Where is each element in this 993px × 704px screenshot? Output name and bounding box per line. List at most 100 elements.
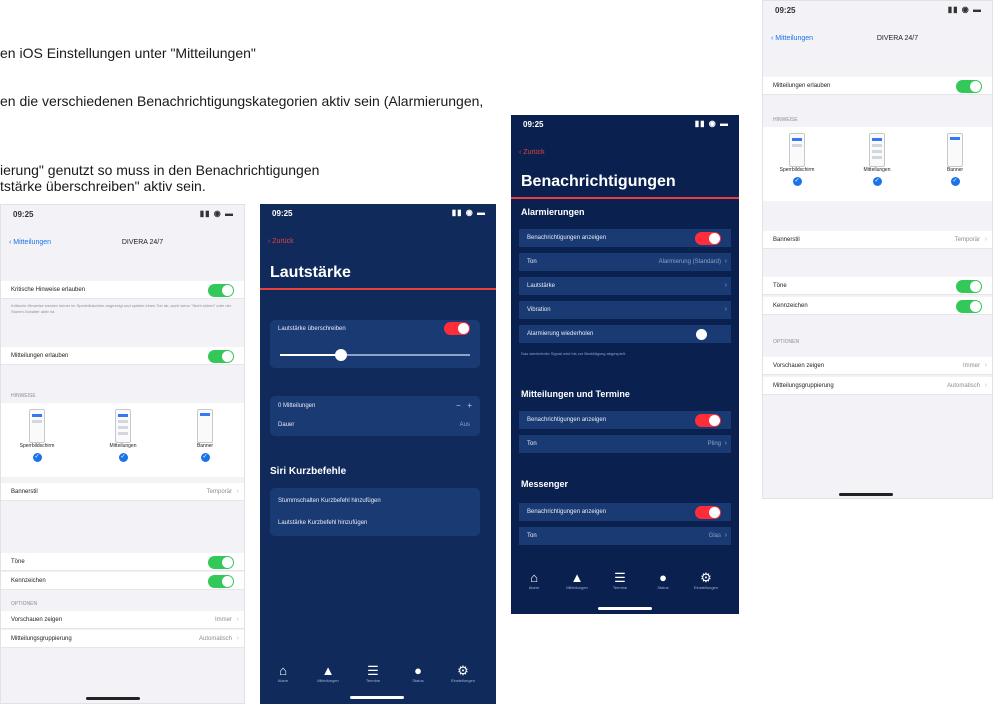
show-previews-row[interactable]: Vorschauen zeigen Immer › [1, 611, 244, 629]
tab-status[interactable]: ● Status [648, 571, 678, 591]
allow-notifications-toggle[interactable] [956, 80, 982, 93]
allow-notifications-label: Mitteilungen erlauben [11, 353, 69, 359]
show-previews-row[interactable]: Vorschauen zeigen Immer › [763, 357, 992, 375]
back-button[interactable]: ‹ Zurück [268, 238, 294, 245]
badges-toggle[interactable] [208, 575, 234, 588]
override-volume-row[interactable]: Lautstärke überschreiben [270, 320, 480, 338]
home-indicator [839, 493, 893, 496]
nav-title: DIVERA 24/7 [876, 35, 919, 42]
allow-notifications-toggle[interactable] [208, 350, 234, 363]
grouping-label: Mitteilungsgruppierung [11, 636, 72, 642]
tab-label: Status [657, 585, 669, 590]
volume-slider-knob[interactable] [334, 349, 347, 361]
siri-shortcuts-heading: Siri Kurzbefehle [270, 466, 347, 477]
doc-line-4: tstärke überschreiben" aktiv sein. [0, 178, 206, 194]
doc-line-3: ierung" genutzt so muss in den Benachric… [0, 162, 320, 178]
show-previews-value: Immer [215, 617, 232, 623]
volume-slider-fill [280, 354, 341, 356]
bell-icon: ▲ [321, 663, 335, 678]
grouping-row[interactable]: Mitteilungsgruppierung Automatisch › [763, 377, 992, 395]
chevron-right-icon: › [724, 282, 727, 289]
chevron-right-icon: › [236, 488, 239, 495]
alarm-show-row[interactable]: Benachrichtigungen anzeigen [519, 229, 731, 247]
sounds-row[interactable]: Töne [1, 553, 244, 571]
phone-ios-settings-1: 09:25 ▮▮ ◉ ▬ ‹ Mitteilungen DIVERA 24/7 … [0, 204, 245, 704]
tile-banner[interactable]: Banner ✓ [177, 409, 233, 462]
section-options: Optionen [773, 339, 800, 345]
messages-heading: Mitteilungen und Termine [521, 389, 630, 399]
messenger-show-row[interactable]: Benachrichtigungen anzeigen [519, 503, 731, 521]
tile-lockscreen[interactable]: Sperrbildschirm ✓ [769, 133, 825, 186]
badges-row[interactable]: Kennzeichen [1, 572, 244, 590]
allow-notifications-row[interactable]: Mitteilungen erlauben [1, 347, 244, 365]
tab-label: Einstellungen [450, 678, 476, 683]
critical-alerts-row[interactable]: Kritische Hinweise erlauben [1, 281, 244, 299]
alarm-vibration-row[interactable]: Vibration › [519, 301, 731, 319]
section-hinweise: Hinweise [11, 393, 36, 399]
tab-alarm[interactable]: ⌂ Alarm [268, 664, 298, 684]
override-volume-toggle[interactable] [444, 322, 470, 335]
plus-button[interactable]: + [467, 401, 472, 410]
tab-events[interactable]: ☰ Termine [605, 571, 635, 591]
tab-alarm[interactable]: ⌂ Alarm [519, 571, 549, 591]
alarm-volume-label: Lautstärke [527, 283, 556, 289]
minus-button[interactable]: − [456, 401, 461, 410]
alarm-tone-label: Ton [527, 259, 537, 265]
critical-alerts-label: Kritische Hinweise erlauben [11, 287, 86, 293]
grouping-row[interactable]: Mitteilungsgruppierung Automatisch › [1, 630, 244, 648]
tab-status[interactable]: ● Status [403, 664, 433, 684]
phone-ios-settings-2: 09:25 ▮▮ ◉ ▬ ‹ Mitteilungen DIVERA 24/7 … [762, 0, 993, 499]
messenger-show-label: Benachrichtigungen anzeigen [527, 509, 607, 515]
messenger-show-toggle[interactable] [695, 506, 721, 519]
home-indicator [598, 607, 652, 610]
back-button[interactable]: ‹ Zurück [519, 149, 545, 156]
sounds-toggle[interactable] [208, 556, 234, 569]
badges-row[interactable]: Kennzeichen [763, 297, 992, 315]
banner-preview-icon [947, 133, 963, 167]
banner-style-row[interactable]: Bannerstil Temporär › [763, 231, 992, 249]
badges-toggle[interactable] [956, 300, 982, 313]
stepper[interactable]: − + [456, 401, 472, 410]
chevron-right-icon: › [724, 306, 727, 313]
sounds-row[interactable]: Töne [763, 277, 992, 295]
grouping-value: Automatisch [946, 383, 980, 389]
tile-notifications[interactable]: Mitteilungen ✓ [95, 409, 151, 462]
tile-notifications[interactable]: Mitteilungen ✓ [849, 133, 905, 186]
add-volume-shortcut-row[interactable]: Lautstärke Kurzbefehl hinzufügen [270, 514, 480, 532]
show-previews-label: Vorschauen zeigen [11, 617, 63, 623]
banner-style-label: Bannerstil [11, 489, 38, 495]
nav-bar: ‹ Mitteilungen DIVERA 24/7 [763, 31, 992, 49]
tab-notifications[interactable]: ▲ Mitteilungen [562, 571, 592, 591]
signal-icon: ▮▮ ◉ ▬ [199, 209, 234, 218]
tab-events[interactable]: ☰ Termine [358, 664, 388, 684]
sounds-toggle[interactable] [956, 280, 982, 293]
tab-settings[interactable]: ⚙ Einstellungen [691, 571, 721, 591]
tile-lockscreen[interactable]: Sperrbildschirm ✓ [9, 409, 65, 462]
messages-show-row[interactable]: Benachrichtigungen anzeigen [519, 411, 731, 429]
tab-settings[interactable]: ⚙ Einstellungen [448, 664, 478, 684]
banner-style-row[interactable]: Bannerstil Temporär › [1, 483, 244, 501]
alarm-repeat-row[interactable]: Alarmierung wiederholen [519, 325, 731, 343]
messages-show-toggle[interactable] [695, 414, 721, 427]
duration-row[interactable]: Dauer Aus [270, 416, 480, 434]
alarm-show-toggle[interactable] [695, 232, 721, 245]
add-mute-shortcut-row[interactable]: Stummschalten Kurzbefehl hinzufügen [270, 492, 480, 510]
tile-lockscreen-label: Sperrbildschirm [19, 443, 55, 449]
messenger-tone-row[interactable]: Ton Glas › [519, 527, 731, 545]
alarm-repeat-toggle[interactable] [695, 328, 721, 341]
messages-tone-row[interactable]: Ton Pling › [519, 435, 731, 453]
add-volume-shortcut-label: Lautstärke Kurzbefehl hinzufügen [278, 520, 368, 526]
chevron-right-icon: › [724, 532, 727, 539]
checkmark-icon: ✓ [32, 453, 42, 462]
critical-alerts-toggle[interactable] [208, 284, 234, 297]
alarm-volume-row[interactable]: Lautstärke › [519, 277, 731, 295]
checkmark-icon: ✓ [950, 177, 960, 186]
allow-notifications-row[interactable]: Mitteilungen erlauben [763, 77, 992, 95]
tab-label: Mitteilungen [317, 678, 339, 683]
banner-preview-icon [197, 409, 213, 443]
messages-tone-value: Pling [707, 441, 721, 447]
tile-banner[interactable]: Banner ✓ [927, 133, 983, 186]
alarm-tone-row[interactable]: Ton Alarmierung (Standard) › [519, 253, 731, 271]
tab-notifications[interactable]: ▲ Mitteilungen [313, 663, 343, 684]
tab-bar: ⌂ Alarm ▲ Mitteilungen ☰ Termine ● Status ⚙ E… [260, 660, 496, 694]
